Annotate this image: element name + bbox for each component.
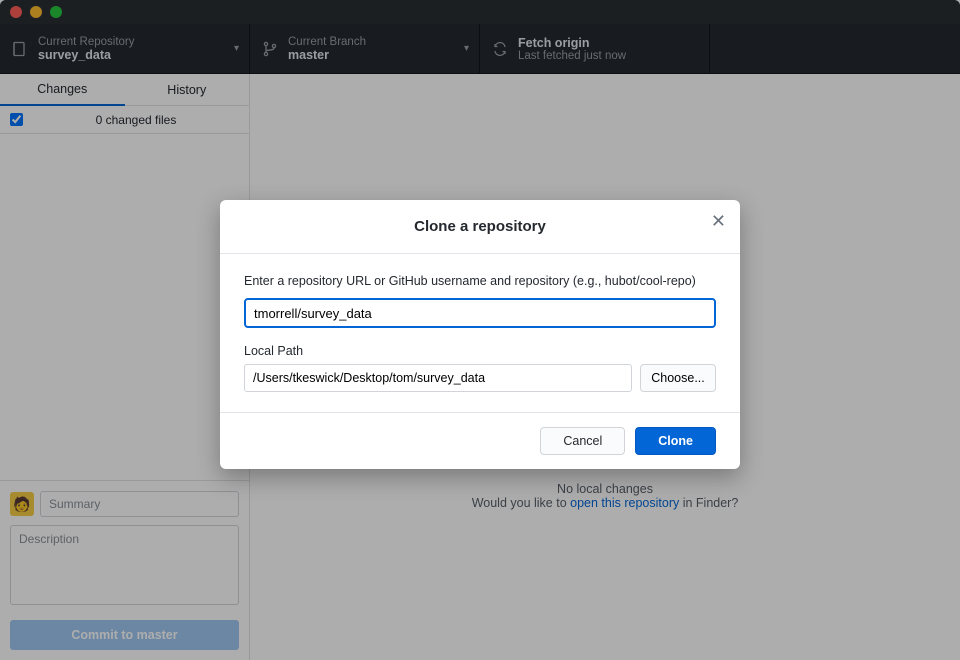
modal-body: Enter a repository URL or GitHub usernam… bbox=[220, 254, 740, 412]
url-instruction: Enter a repository URL or GitHub usernam… bbox=[244, 274, 716, 288]
modal-title: Clone a repository bbox=[414, 218, 546, 235]
repository-url-input[interactable] bbox=[244, 298, 716, 328]
clone-button[interactable]: Clone bbox=[635, 427, 716, 455]
close-icon[interactable]: ✕ bbox=[711, 212, 726, 230]
modal-footer: Cancel Clone bbox=[220, 412, 740, 469]
modal-overlay[interactable]: Clone a repository ✕ Enter a repository … bbox=[0, 0, 960, 660]
choose-path-button[interactable]: Choose... bbox=[640, 364, 716, 392]
clone-repository-modal: Clone a repository ✕ Enter a repository … bbox=[220, 200, 740, 469]
local-path-input[interactable] bbox=[244, 364, 632, 392]
cancel-button[interactable]: Cancel bbox=[540, 427, 625, 455]
modal-header: Clone a repository ✕ bbox=[220, 200, 740, 254]
local-path-label: Local Path bbox=[244, 344, 716, 358]
